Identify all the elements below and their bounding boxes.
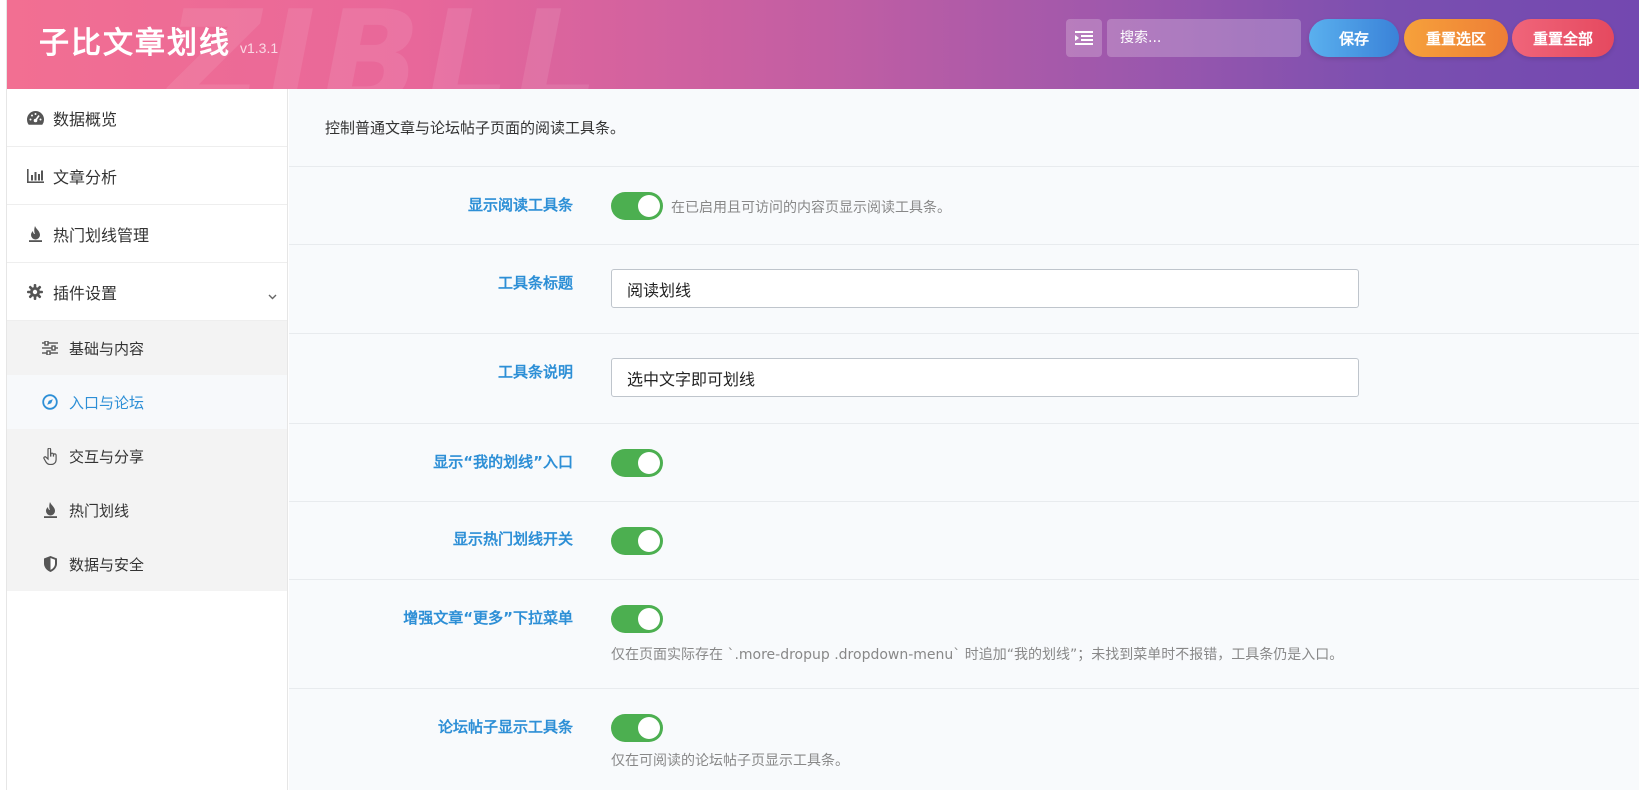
show-hot-switch-toggle[interactable] (611, 527, 663, 555)
app-title: 子比文章划线 (39, 26, 231, 61)
subnav-item-label: 数据与安全 (69, 555, 145, 574)
sidebar-item-label: 热门划线管理 (53, 225, 150, 245)
app-version: v1.3.1 (240, 40, 279, 56)
sidebar-item-plugin-settings[interactable]: 插件设置 (7, 263, 287, 321)
brand: 子比文章划线 v1.3.1 (39, 18, 278, 62)
chevron-down-icon (268, 285, 277, 304)
section-description: 控制普通文章与论坛帖子页面的阅读工具条。 (289, 89, 1639, 167)
subnav-item-interaction-share[interactable]: 交互与分享 (7, 429, 287, 483)
gear-icon (25, 282, 45, 302)
subnav-item-data-security[interactable]: 数据与安全 (7, 537, 287, 591)
sidebar-item-hot-highlights[interactable]: 热门划线管理 (7, 205, 287, 263)
list-indent-icon[interactable] (1066, 19, 1102, 57)
setting-label: 显示热门划线开关 (452, 530, 573, 548)
show-my-entry-toggle[interactable] (611, 449, 663, 477)
toggle-knob (638, 452, 660, 474)
shield-icon (40, 554, 60, 574)
setting-show-toolbar: 显示阅读工具条 在已启用且可访问的内容页显示阅读工具条。 (289, 167, 1639, 245)
app-frame: ZIBLL 子比文章划线 v1.3.1 保存 重置选区 重置全部 数据概览 (6, 0, 1639, 790)
setting-label: 工具条标题 (497, 274, 573, 292)
settings-panel: 控制普通文章与论坛帖子页面的阅读工具条。 显示阅读工具条 在已启用且可访问的内容… (289, 89, 1639, 790)
forum-toolbar-toggle[interactable] (611, 714, 663, 742)
setting-label: 显示“我的划线”入口 (433, 453, 573, 471)
setting-help: 仅在页面实际存在 `.more-dropup .dropdown-menu` 时… (611, 647, 1344, 663)
setting-enhance-more-menu: 增强文章“更多”下拉菜单 仅在页面实际存在 `.more-dropup .dro… (289, 580, 1639, 689)
setting-label: 显示阅读工具条 (467, 196, 573, 214)
toggle-knob (638, 608, 660, 630)
subnav-item-label: 交互与分享 (69, 447, 145, 466)
subnav-item-hot-highlights[interactable]: 热门划线 (7, 483, 287, 537)
sidebar: 数据概览 文章分析 热门划线管理 插件设置 基础与内容 入口与论坛 交互与分享 … (7, 89, 288, 790)
sidebar-item-label: 文章分析 (53, 167, 118, 187)
toggle-knob (638, 717, 660, 739)
setting-help: 在已启用且可访问的内容页显示阅读工具条。 (671, 200, 951, 216)
search-input[interactable] (1107, 19, 1301, 57)
sliders-icon (40, 338, 60, 358)
hand-pointer-icon (40, 446, 60, 466)
subnav-item-entry-forum[interactable]: 入口与论坛 (7, 375, 287, 429)
setting-label: 论坛帖子显示工具条 (437, 718, 573, 736)
sidebar-item-label: 插件设置 (53, 283, 118, 303)
setting-help: 仅在可阅读的论坛帖子页显示工具条。 (611, 753, 849, 769)
setting-label: 工具条说明 (497, 363, 573, 381)
toolbar-description-input[interactable] (611, 358, 1359, 397)
toggle-knob (638, 530, 660, 552)
subnav-item-label: 入口与论坛 (69, 393, 145, 412)
sidebar-item-analysis[interactable]: 文章分析 (7, 147, 287, 205)
enhance-more-menu-toggle[interactable] (611, 605, 663, 633)
compass-icon (40, 392, 60, 412)
top-header: ZIBLL 子比文章划线 v1.3.1 保存 重置选区 重置全部 (7, 0, 1639, 89)
subnav-item-basic-content[interactable]: 基础与内容 (7, 321, 287, 375)
show-toolbar-toggle[interactable] (611, 192, 663, 220)
settings-subnav: 基础与内容 入口与论坛 交互与分享 热门划线 数据与安全 (7, 321, 287, 591)
setting-show-hot-switch: 显示热门划线开关 (289, 502, 1639, 580)
setting-label: 增强文章“更多”下拉菜单 (403, 609, 573, 627)
reset-section-button[interactable]: 重置选区 (1404, 19, 1508, 57)
setting-forum-toolbar: 论坛帖子显示工具条 仅在可阅读的论坛帖子页显示工具条。 (289, 689, 1639, 790)
bar-chart-icon (25, 166, 45, 186)
fire-icon (40, 500, 60, 520)
toggle-knob (638, 195, 660, 217)
setting-show-my-entry: 显示“我的划线”入口 (289, 424, 1639, 502)
sidebar-item-overview[interactable]: 数据概览 (7, 89, 287, 147)
dashboard-icon (25, 108, 45, 128)
subnav-item-label: 基础与内容 (69, 339, 145, 358)
fire-icon (25, 224, 45, 244)
reset-all-button[interactable]: 重置全部 (1512, 19, 1614, 57)
sidebar-item-label: 数据概览 (53, 109, 118, 129)
toolbar-title-input[interactable] (611, 269, 1359, 308)
save-button[interactable]: 保存 (1309, 19, 1399, 57)
setting-toolbar-title: 工具条标题 (289, 245, 1639, 334)
setting-toolbar-description: 工具条说明 (289, 334, 1639, 424)
subnav-item-label: 热门划线 (69, 501, 130, 520)
